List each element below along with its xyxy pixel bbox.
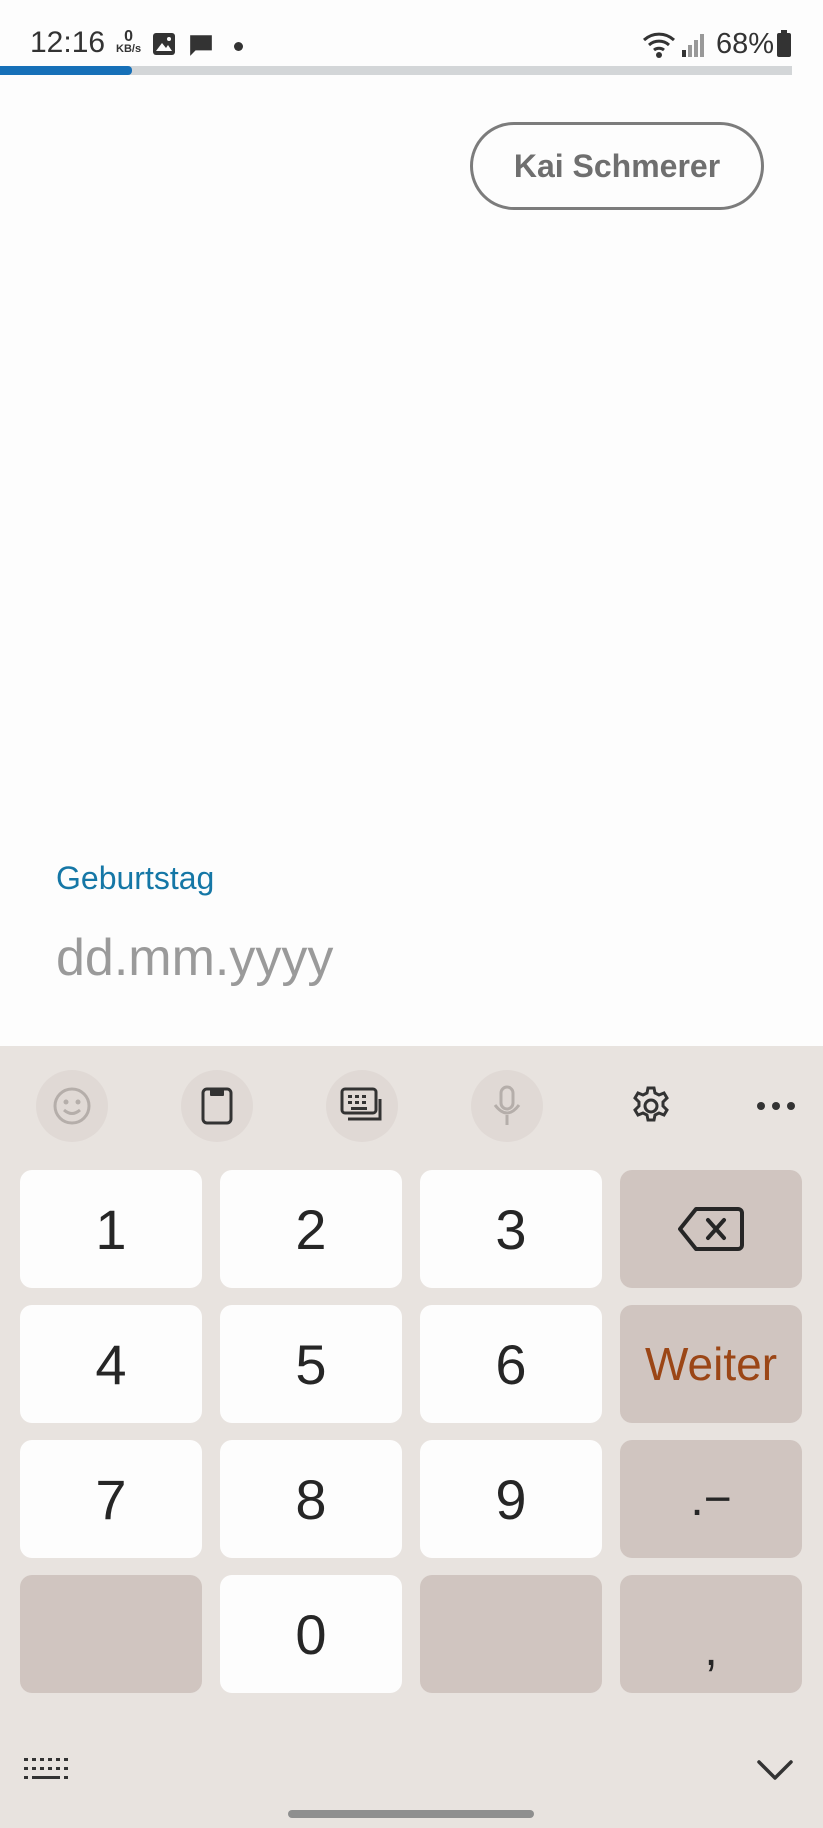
- clipboard-button[interactable]: [181, 1070, 253, 1142]
- key-4[interactable]: 4: [20, 1305, 202, 1423]
- key-9[interactable]: 9: [420, 1440, 602, 1558]
- more-options-button[interactable]: [740, 1070, 812, 1142]
- message-icon: [190, 35, 212, 56]
- keyboard-icon: [24, 1758, 68, 1779]
- backspace-icon: [678, 1207, 744, 1251]
- progress-fill: [0, 66, 133, 75]
- keyboard-mode-icon: [340, 1087, 382, 1121]
- signal-icon: [682, 34, 704, 57]
- comma-key[interactable]: ,: [620, 1575, 802, 1693]
- battery-icon: [777, 30, 791, 57]
- progress-bar: [0, 66, 792, 75]
- status-bar: 12:16 0 KB/s 68%: [0, 0, 823, 66]
- home-indicator[interactable]: [288, 1810, 534, 1818]
- hide-keyboard-button[interactable]: [756, 1758, 794, 1787]
- keyboard-switch-button[interactable]: [24, 1758, 68, 1789]
- status-time: 12:16: [30, 26, 106, 59]
- numeric-keyboard: 1 2 3 4 5 6 Weiter 7 8 9 .− 0 ,: [0, 1046, 823, 1828]
- microphone-icon: [493, 1085, 521, 1125]
- network-speed: 0 KB/s: [116, 28, 142, 55]
- voice-input-button[interactable]: [471, 1070, 543, 1142]
- wifi-icon: [642, 32, 676, 58]
- dot-dash-key[interactable]: .−: [620, 1440, 802, 1558]
- blank-key-right[interactable]: [420, 1575, 602, 1693]
- key-3[interactable]: 3: [420, 1170, 602, 1288]
- birthday-input[interactable]: [56, 922, 756, 994]
- emoji-button[interactable]: [36, 1070, 108, 1142]
- settings-icon: [633, 1086, 669, 1122]
- user-name-button[interactable]: Kai Schmerer: [470, 122, 764, 210]
- network-speed-value: 0: [124, 28, 133, 45]
- notification-dot: [234, 42, 243, 51]
- blank-key-left[interactable]: [20, 1575, 202, 1693]
- chevron-down-icon: [757, 1760, 793, 1780]
- battery-percent: 68%: [716, 28, 775, 60]
- emoji-icon: [53, 1087, 91, 1125]
- key-7[interactable]: 7: [20, 1440, 202, 1558]
- network-speed-unit: KB/s: [116, 43, 142, 55]
- gallery-icon: [153, 33, 175, 55]
- backspace-key[interactable]: [620, 1170, 802, 1288]
- keyboard-settings-button[interactable]: [615, 1070, 687, 1142]
- key-6[interactable]: 6: [420, 1305, 602, 1423]
- key-2[interactable]: 2: [220, 1170, 402, 1288]
- next-key[interactable]: Weiter: [620, 1305, 802, 1423]
- key-0[interactable]: 0: [220, 1575, 402, 1693]
- clipboard-icon: [201, 1087, 233, 1125]
- more-icon: [757, 1102, 795, 1110]
- keyboard-toolbar: [0, 1046, 823, 1146]
- key-5[interactable]: 5: [220, 1305, 402, 1423]
- birthday-label: Geburtstag: [56, 860, 215, 896]
- key-8[interactable]: 8: [220, 1440, 402, 1558]
- keyboard-mode-button[interactable]: [326, 1070, 398, 1142]
- key-1[interactable]: 1: [20, 1170, 202, 1288]
